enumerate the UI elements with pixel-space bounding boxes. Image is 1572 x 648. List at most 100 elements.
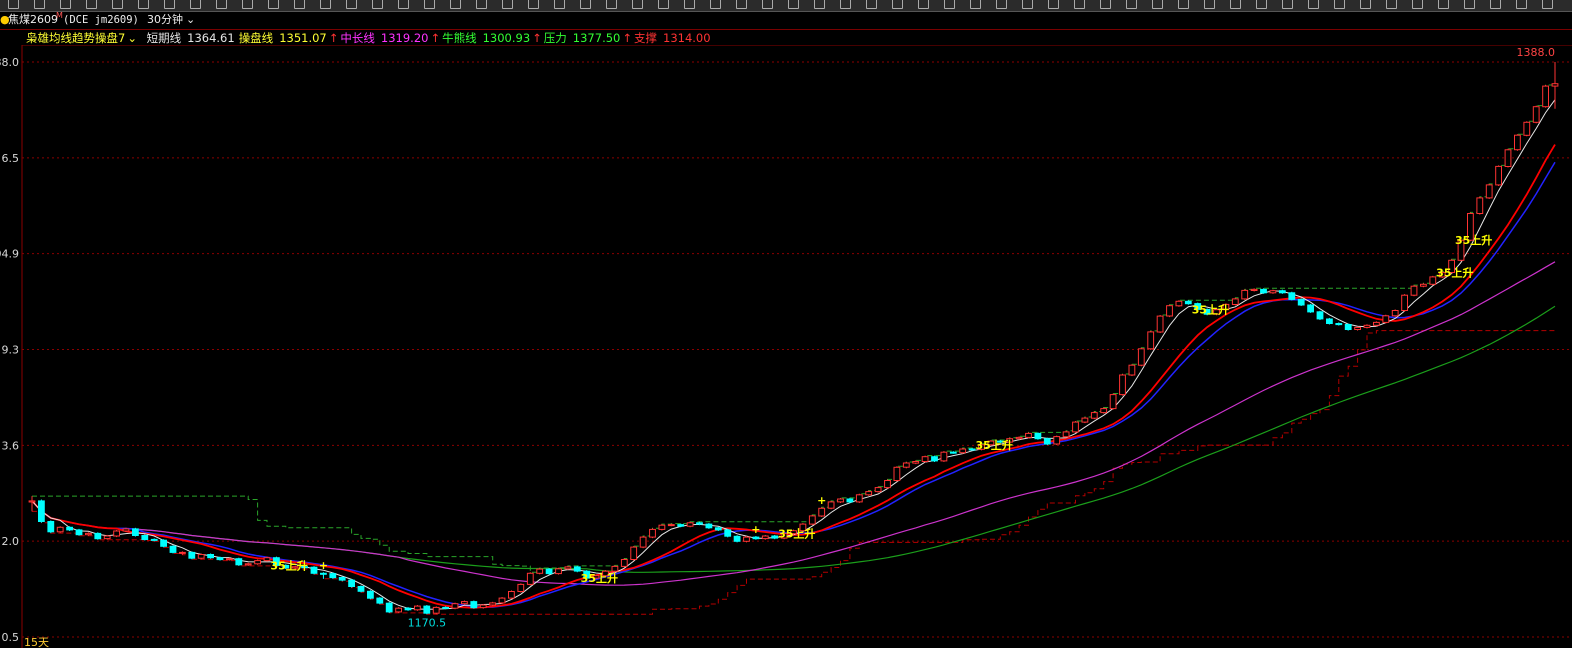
toolbar-icon[interactable] xyxy=(1204,0,1215,9)
toolbar-icon[interactable] xyxy=(190,0,201,9)
toolbar-icon[interactable] xyxy=(1360,0,1371,9)
toolbar-icon[interactable] xyxy=(476,0,487,9)
candle-body xyxy=(1062,431,1070,438)
candle-body xyxy=(122,528,130,532)
toolbar-icon[interactable] xyxy=(1282,0,1293,9)
toolbar-icon[interactable] xyxy=(1412,0,1423,9)
toolbar-icon[interactable] xyxy=(1074,0,1085,9)
toolbar-icon[interactable] xyxy=(502,0,513,9)
toolbar-icon[interactable] xyxy=(1126,0,1137,9)
support-line xyxy=(32,330,1555,615)
toolbar-icon[interactable] xyxy=(944,0,955,9)
candle-body xyxy=(1373,321,1380,326)
toolbar-icon[interactable] xyxy=(866,0,877,9)
toolbar-icon[interactable] xyxy=(840,0,851,9)
toolbar-icon[interactable] xyxy=(34,0,45,9)
period-selector[interactable]: 30分钟 xyxy=(147,12,183,28)
indicator-value: 1314.00 xyxy=(663,31,711,45)
toolbar-icon[interactable] xyxy=(606,0,617,9)
toolbar-icon[interactable] xyxy=(1230,0,1241,9)
candle-body xyxy=(611,565,619,572)
pressure-line xyxy=(32,62,1556,573)
toolbar-icon[interactable] xyxy=(398,0,409,9)
candle-body xyxy=(1175,300,1183,307)
toolbar-icon[interactable] xyxy=(1178,0,1189,9)
candle-body xyxy=(188,551,196,559)
candle-body xyxy=(874,487,882,493)
candle-body xyxy=(837,498,844,503)
candle-body xyxy=(808,515,816,525)
toolbar-icon[interactable] xyxy=(1100,0,1111,9)
toolbar-icon[interactable] xyxy=(892,0,903,9)
toolbar-icon[interactable] xyxy=(1152,0,1163,9)
toolbar-icon[interactable] xyxy=(632,0,643,9)
candle-body xyxy=(667,524,675,527)
toolbar-icon[interactable] xyxy=(1308,0,1319,9)
toolbar-icon[interactable] xyxy=(1438,0,1449,9)
toolbar-icon[interactable] xyxy=(788,0,799,9)
toolbar-icon[interactable] xyxy=(814,0,825,9)
candle-body xyxy=(1382,315,1390,323)
toolbar-icon[interactable] xyxy=(970,0,981,9)
candle-body xyxy=(1485,184,1493,199)
candle-body xyxy=(573,566,581,572)
candle-body xyxy=(169,545,177,553)
toolbar-icon[interactable] xyxy=(918,0,929,9)
chevron-down-icon[interactable]: ⌄ xyxy=(127,31,137,45)
toolbar-icon[interactable] xyxy=(346,0,357,9)
symbol-name[interactable]: 焦煤2609 xyxy=(8,12,58,28)
toolbar-icon[interactable] xyxy=(294,0,305,9)
toolbar-icon[interactable] xyxy=(554,0,565,9)
candle-body xyxy=(179,551,186,554)
toolbar-icon[interactable] xyxy=(112,0,123,9)
toolbar-icon[interactable] xyxy=(424,0,435,9)
trend-arrow-icon: ↑ xyxy=(328,31,339,45)
toolbar-icon[interactable] xyxy=(86,0,97,9)
candle-body xyxy=(1184,300,1192,305)
toolbar-icon[interactable] xyxy=(1542,0,1553,9)
candle-body xyxy=(216,557,224,561)
candle-body xyxy=(1401,294,1408,311)
candle-body xyxy=(320,572,327,575)
candle-body xyxy=(254,560,261,565)
candle-body xyxy=(47,521,55,533)
toolbar-icon[interactable] xyxy=(1334,0,1345,9)
toolbar-icon[interactable] xyxy=(762,0,773,9)
toolbar-icon[interactable] xyxy=(684,0,695,9)
candle-body xyxy=(75,529,83,536)
candle-body xyxy=(705,523,713,529)
indicator-name[interactable]: 枭雄均线趋势操盘7 xyxy=(26,31,125,45)
candle-body xyxy=(1043,438,1051,445)
toolbar-icon[interactable] xyxy=(1256,0,1267,9)
toolbar-icon[interactable] xyxy=(268,0,279,9)
candle-body xyxy=(714,527,722,531)
toolbar-icon[interactable] xyxy=(580,0,591,9)
toolbar-icon[interactable] xyxy=(1048,0,1059,9)
toolbar-icon[interactable] xyxy=(996,0,1007,9)
toolbar-icon[interactable] xyxy=(242,0,253,9)
candle-body xyxy=(658,524,666,530)
candle-body xyxy=(1231,298,1239,305)
candle-body xyxy=(517,583,525,593)
candle-body xyxy=(508,591,515,599)
toolbar-icon[interactable] xyxy=(1386,0,1397,9)
signal-label: 35上升 xyxy=(1192,302,1229,316)
candle-body xyxy=(1316,311,1324,320)
toolbar-icon[interactable] xyxy=(1022,0,1033,9)
toolbar-icon[interactable] xyxy=(1464,0,1475,9)
toolbar-icon[interactable] xyxy=(450,0,461,9)
toolbar-icon[interactable] xyxy=(528,0,539,9)
toolbar-icon[interactable] xyxy=(138,0,149,9)
candle-body xyxy=(1288,292,1296,300)
toolbar-icon[interactable] xyxy=(736,0,747,9)
toolbar-icon[interactable] xyxy=(216,0,227,9)
chevron-down-icon[interactable]: ⌄ xyxy=(186,12,195,28)
toolbar-icon[interactable] xyxy=(372,0,383,9)
toolbar-icon[interactable] xyxy=(164,0,175,9)
toolbar-icon[interactable] xyxy=(1490,0,1501,9)
toolbar-icon[interactable] xyxy=(8,0,19,9)
toolbar-icon[interactable] xyxy=(658,0,669,9)
toolbar-icon[interactable] xyxy=(320,0,331,9)
toolbar-icon[interactable] xyxy=(710,0,721,9)
toolbar-icon[interactable] xyxy=(1516,0,1527,9)
